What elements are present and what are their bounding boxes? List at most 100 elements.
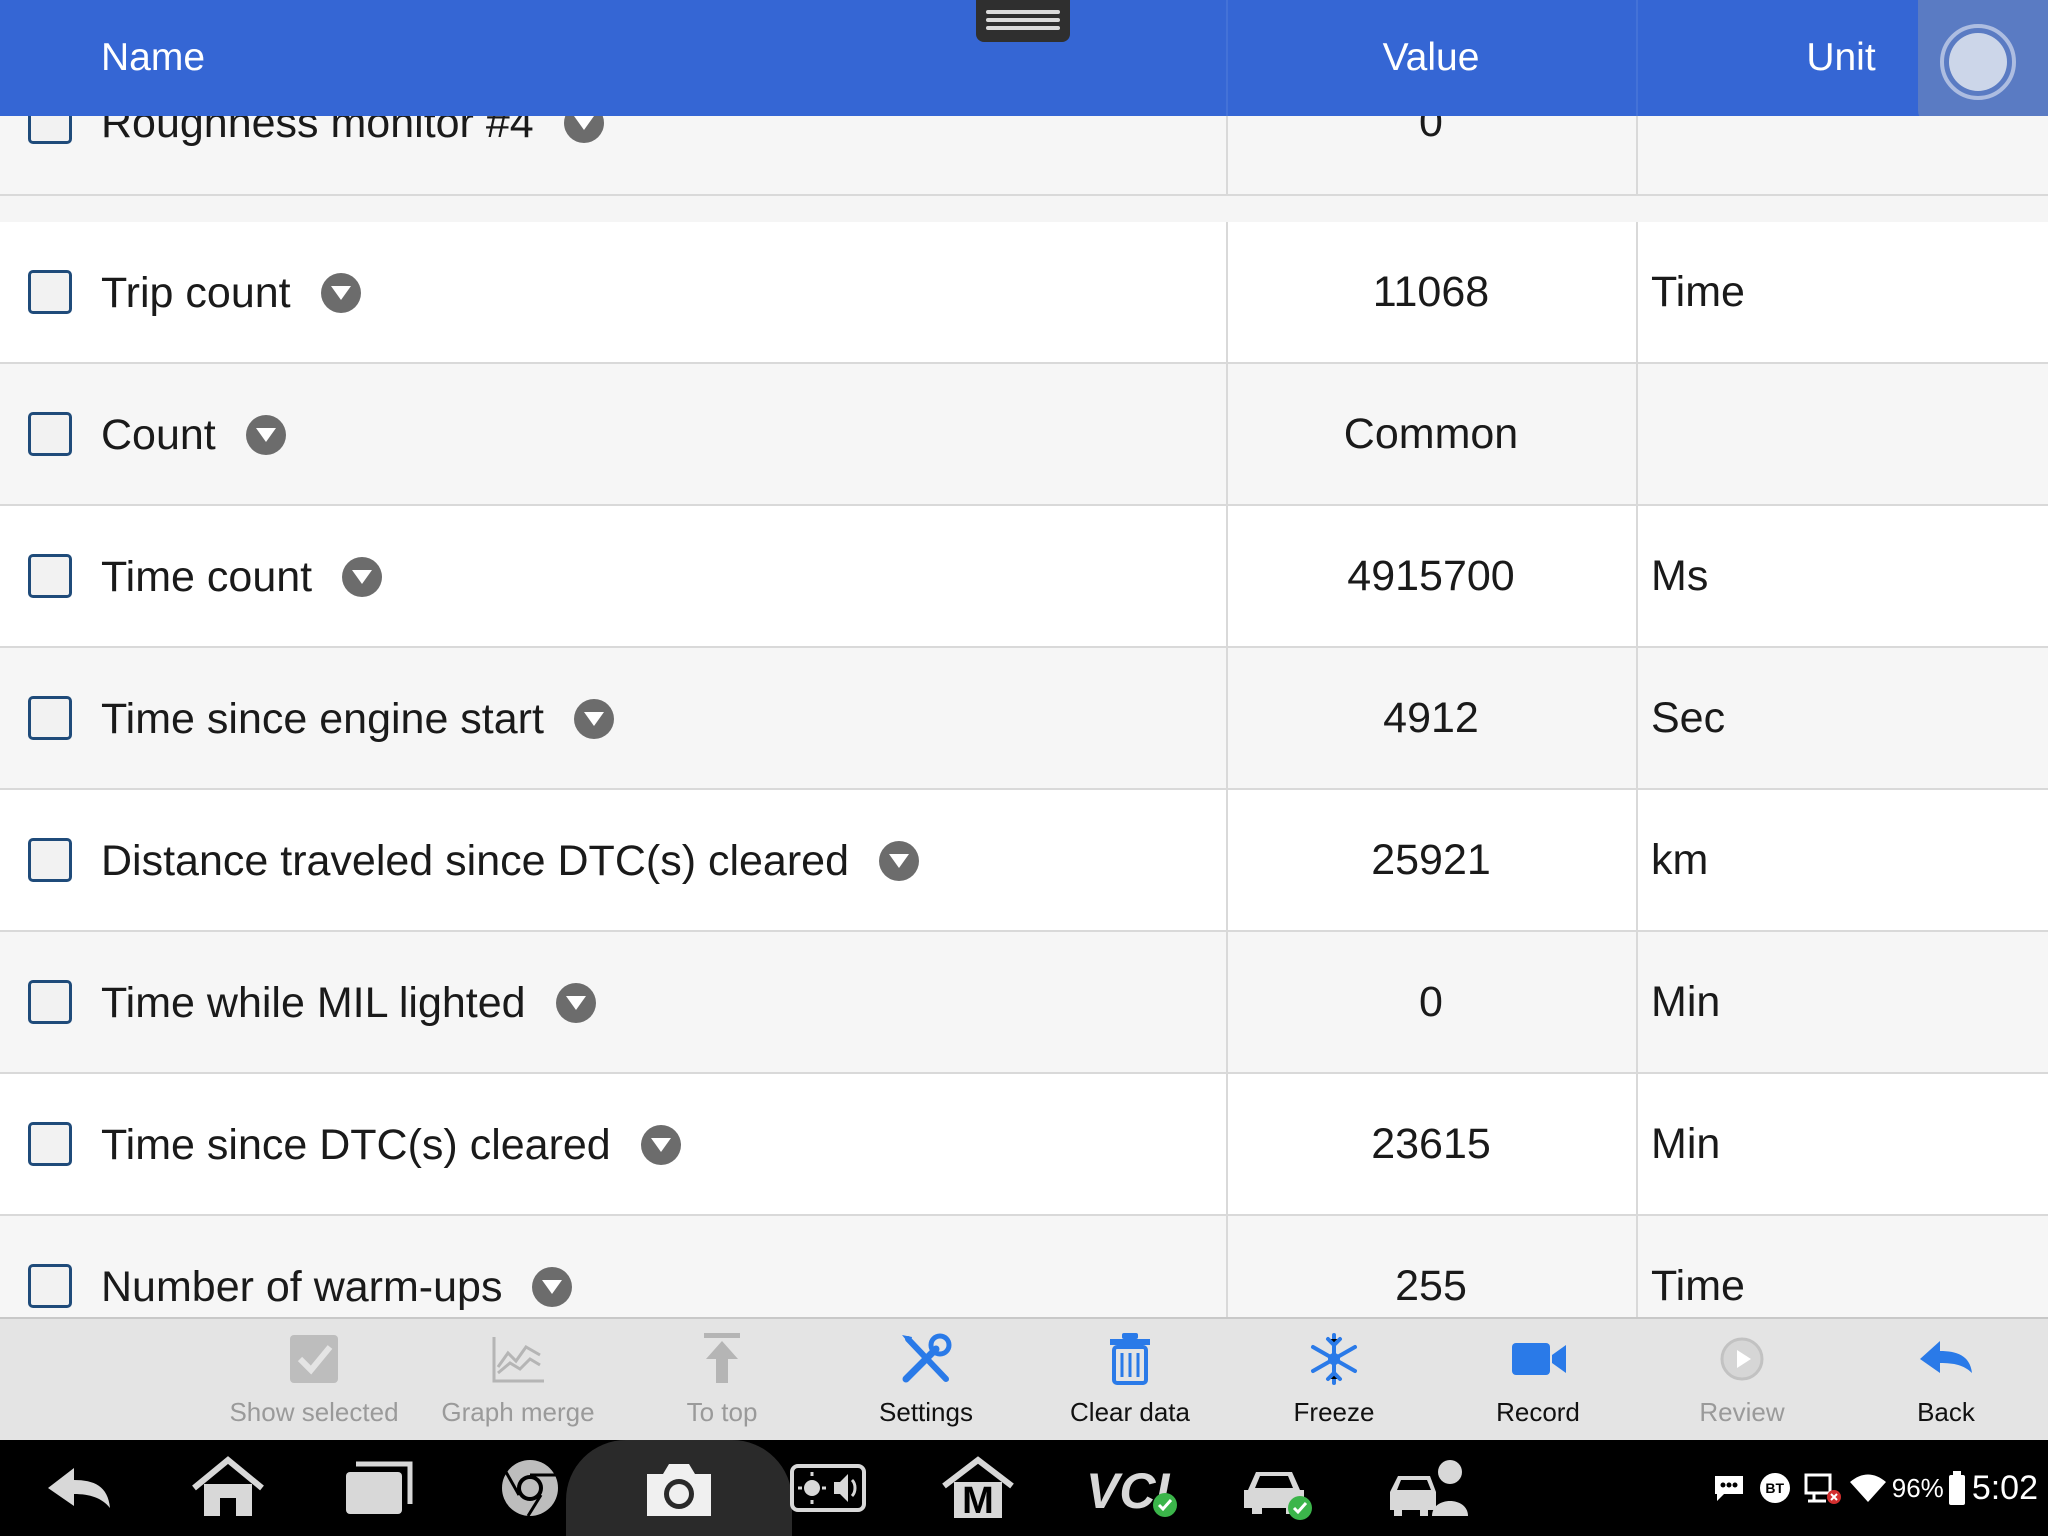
graph-merge-button[interactable]: Graph merge bbox=[416, 1319, 620, 1442]
dropdown-arrow-icon[interactable] bbox=[879, 841, 919, 881]
pull-down-handle[interactable] bbox=[976, 0, 1070, 42]
bottom-toolbar: Show selected Graph merge To top Setting… bbox=[0, 1317, 2048, 1440]
table-row[interactable]: Count Common bbox=[0, 364, 2048, 506]
row-name: Distance traveled since DTC(s) cleared bbox=[101, 836, 919, 886]
row-checkbox[interactable] bbox=[28, 838, 72, 882]
dropdown-arrow-icon[interactable] bbox=[573, 699, 614, 739]
row-value: 23615 bbox=[1371, 1120, 1491, 1168]
nav-browser-button[interactable] bbox=[490, 1454, 570, 1522]
camera-icon bbox=[647, 1464, 711, 1516]
message-icon bbox=[1714, 1476, 1743, 1501]
back-button[interactable]: Back bbox=[1844, 1319, 2048, 1442]
row-checkbox[interactable] bbox=[28, 1122, 72, 1166]
row-name: Time since DTC(s) cleared bbox=[101, 1120, 681, 1170]
row-unit: Min bbox=[1651, 978, 1721, 1026]
table-row[interactable]: Time since DTC(s) cleared 23615 Min bbox=[0, 1074, 2048, 1216]
to-top-button[interactable]: To top bbox=[620, 1319, 824, 1442]
row-unit: Min bbox=[1651, 1120, 1721, 1168]
dropdown-arrow-icon[interactable] bbox=[555, 983, 596, 1023]
row-value: 0 bbox=[1419, 978, 1443, 1026]
row-name: Time since engine start bbox=[101, 694, 614, 744]
battery-percent: 96% bbox=[1891, 1472, 1944, 1503]
table-row[interactable]: Roughness monitor #4 0 bbox=[0, 116, 2048, 196]
row-name: Time count bbox=[101, 552, 383, 602]
bluetooth-badge: BT bbox=[1759, 1473, 1790, 1503]
data-stream-list[interactable]: Roughness monitor #4 0 Trip count 11068 … bbox=[0, 116, 2048, 1317]
recent-apps-icon bbox=[346, 1461, 413, 1514]
dropdown-arrow-icon[interactable] bbox=[320, 273, 361, 313]
settings-button[interactable]: Settings bbox=[824, 1319, 1028, 1442]
chrome-icon bbox=[502, 1460, 558, 1517]
review-button[interactable]: Review bbox=[1640, 1319, 1844, 1442]
tools-icon bbox=[902, 1333, 952, 1383]
nav-brightness-volume-button[interactable] bbox=[788, 1454, 868, 1522]
video-camera-icon bbox=[1512, 1343, 1566, 1375]
clear-data-button[interactable]: Clear data bbox=[1028, 1319, 1232, 1442]
car-icon bbox=[1244, 1472, 1312, 1520]
row-name: Time while MIL lighted bbox=[101, 978, 596, 1028]
row-checkbox[interactable] bbox=[28, 270, 72, 314]
graph-icon bbox=[492, 1337, 544, 1383]
dropdown-arrow-icon[interactable] bbox=[640, 1125, 681, 1165]
nav-back-button[interactable] bbox=[40, 1454, 120, 1522]
battery-icon bbox=[1948, 1471, 1965, 1505]
row-value: 4915700 bbox=[1347, 552, 1515, 600]
row-checkbox[interactable] bbox=[28, 116, 72, 144]
trash-icon bbox=[1110, 1333, 1150, 1385]
row-name: Count bbox=[101, 410, 286, 460]
checkbox-icon bbox=[290, 1335, 338, 1383]
table-row[interactable]: Trip count 11068 Time bbox=[0, 222, 2048, 364]
row-checkbox[interactable] bbox=[28, 1264, 72, 1308]
row-value: 11068 bbox=[1372, 268, 1490, 316]
row-value: 25921 bbox=[1371, 836, 1491, 884]
nav-screenshot-button[interactable] bbox=[639, 1454, 719, 1522]
network-error-icon bbox=[1804, 1473, 1841, 1504]
table-row[interactable]: Number of warm-ups 255 Time bbox=[0, 1216, 2048, 1317]
snowflake-icon bbox=[1311, 1333, 1357, 1385]
back-arrow-icon bbox=[1920, 1341, 1972, 1373]
row-value: 0 bbox=[1419, 116, 1443, 146]
nav-recents-button[interactable] bbox=[338, 1454, 418, 1522]
car-technician-icon bbox=[1390, 1460, 1468, 1516]
record-button[interactable]: Record bbox=[1436, 1319, 1640, 1442]
row-unit: Time bbox=[1651, 268, 1745, 316]
row-value: Common bbox=[1343, 410, 1519, 458]
floating-assist-button[interactable] bbox=[1918, 0, 2048, 128]
table-row[interactable]: Distance traveled since DTC(s) cleared 2… bbox=[0, 790, 2048, 932]
table-row[interactable]: Time since engine start 4912 Sec bbox=[0, 648, 2048, 790]
row-unit: Ms bbox=[1651, 552, 1709, 600]
freeze-button[interactable]: Freeze bbox=[1232, 1319, 1436, 1442]
brightness-volume-icon bbox=[790, 1464, 866, 1512]
table-row[interactable]: Time while MIL lighted 0 Min bbox=[0, 932, 2048, 1074]
play-icon bbox=[1720, 1337, 1764, 1381]
show-selected-button[interactable]: Show selected bbox=[212, 1319, 416, 1442]
row-checkbox[interactable] bbox=[28, 412, 72, 456]
dropdown-arrow-icon[interactable] bbox=[563, 116, 604, 143]
arrow-up-icon bbox=[704, 1333, 740, 1383]
nav-remote-expert-button[interactable] bbox=[1386, 1454, 1476, 1522]
dropdown-arrow-icon[interactable] bbox=[342, 557, 383, 597]
header-name-label: Name bbox=[101, 36, 206, 79]
status-bar: BT 96% 5:02 bbox=[1712, 1440, 2038, 1536]
row-name: Roughness monitor #4 bbox=[101, 116, 604, 148]
dropdown-arrow-icon[interactable] bbox=[245, 415, 286, 455]
back-icon bbox=[48, 1468, 110, 1508]
nav-home-button[interactable] bbox=[188, 1454, 268, 1522]
home-icon bbox=[192, 1456, 264, 1516]
row-value: 255 bbox=[1395, 1262, 1467, 1310]
row-name: Number of warm-ups bbox=[101, 1262, 573, 1312]
dropdown-arrow-icon[interactable] bbox=[532, 1267, 573, 1307]
nav-vci-button[interactable]: VCI bbox=[1082, 1454, 1182, 1522]
clock: 5:02 bbox=[1971, 1468, 2038, 1507]
row-checkbox[interactable] bbox=[28, 554, 72, 598]
header-value-label: Value bbox=[1382, 36, 1480, 79]
row-unit: km bbox=[1651, 836, 1709, 884]
row-unit: Time bbox=[1651, 1262, 1745, 1310]
nav-maxisys-home-button[interactable]: M bbox=[938, 1454, 1018, 1522]
table-row[interactable]: Time count 4915700 Ms bbox=[0, 506, 2048, 648]
row-value: 4912 bbox=[1383, 694, 1479, 742]
nav-vehicle-button[interactable] bbox=[1238, 1454, 1318, 1522]
row-name: Trip count bbox=[101, 268, 361, 318]
row-checkbox[interactable] bbox=[28, 696, 72, 740]
row-checkbox[interactable] bbox=[28, 980, 72, 1024]
